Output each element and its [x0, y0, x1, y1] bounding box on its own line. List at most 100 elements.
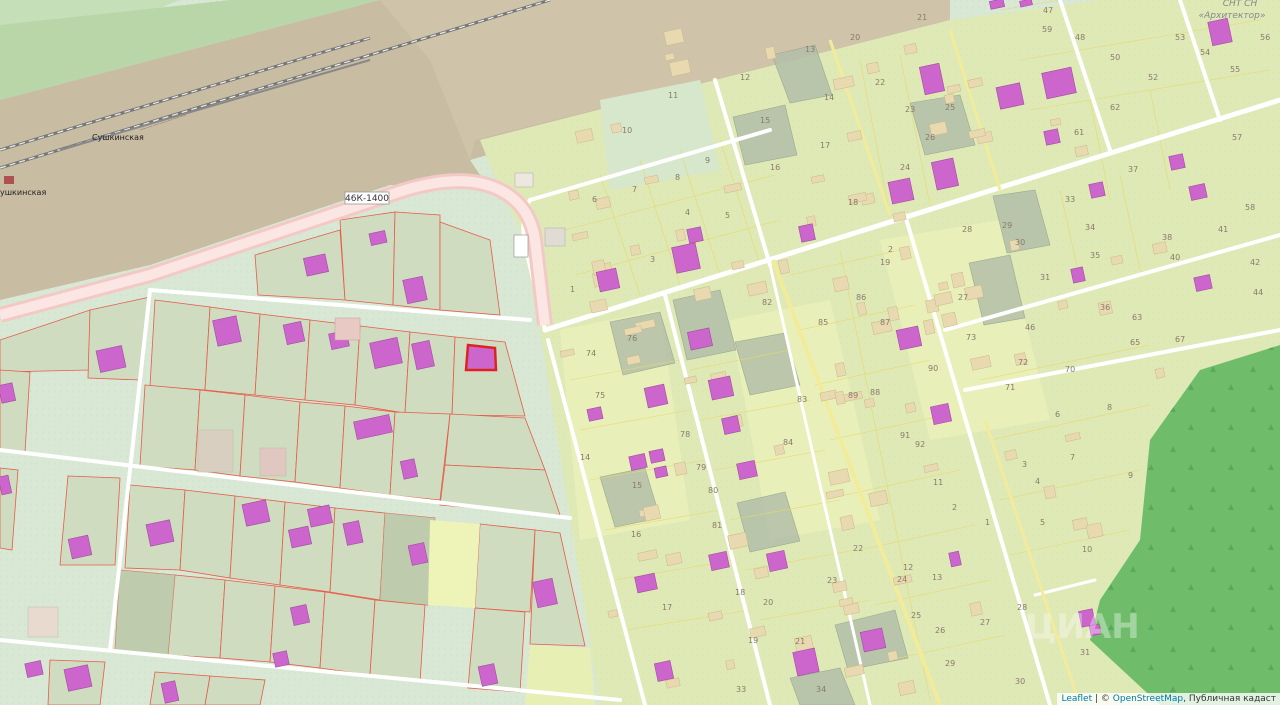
building: [1193, 274, 1213, 292]
building: [686, 226, 704, 244]
map-attribution: Leaflet | © OpenStreetMap, Публичная кад…: [1057, 693, 1280, 705]
building: [272, 650, 290, 668]
building: [707, 375, 735, 401]
plot-number: 8: [1107, 403, 1112, 412]
plot-number: 1: [570, 285, 575, 294]
building: [1043, 128, 1061, 146]
small-structure: [725, 659, 736, 671]
plot-number: 84: [783, 438, 793, 447]
plot-number: 21: [795, 637, 805, 646]
plot-number: 28: [962, 225, 972, 234]
building: [765, 549, 789, 573]
plot-number: 25: [945, 103, 955, 112]
plot-number: 1: [985, 518, 990, 527]
leaflet-link[interactable]: Leaflet: [1061, 694, 1092, 704]
building: [887, 177, 915, 205]
watermark: ЦИАН: [1025, 607, 1140, 647]
plot-number: 62: [1110, 103, 1120, 112]
plot-number: 65: [1130, 338, 1140, 347]
plot-number: 79: [696, 463, 706, 472]
osm-link[interactable]: OpenStreetMap: [1113, 694, 1183, 704]
plot-number: 16: [631, 530, 641, 539]
building: [63, 664, 93, 692]
plot-number: 3: [1022, 460, 1027, 469]
attribution-rest: , Публичная кадаст: [1183, 694, 1276, 704]
plot-number: 56: [1260, 33, 1270, 42]
small-structure: [887, 650, 899, 662]
plot-number: 78: [680, 430, 690, 439]
plot-number: 15: [760, 116, 770, 125]
plot-number: 33: [736, 685, 746, 694]
plot-number: 75: [595, 391, 605, 400]
station-label: Сушкинская: [92, 133, 144, 142]
plot-number: 73: [966, 333, 976, 342]
building: [653, 465, 669, 479]
plot-number: 23: [905, 105, 915, 114]
building: [929, 402, 953, 426]
plot-number: 18: [735, 588, 745, 597]
plot-number: 34: [816, 685, 826, 694]
plot-number: 16: [770, 163, 780, 172]
plot-number: 15: [632, 481, 642, 490]
plot-number: 36: [1100, 303, 1110, 312]
plot-number: 83: [797, 395, 807, 404]
plot-number: 17: [662, 603, 672, 612]
plot-number: 26: [925, 133, 935, 142]
station-label-cut: ушкинская: [0, 188, 46, 197]
map-canvas[interactable]: 46К-1400 Сушкинская ——————— ушкинская СН…: [0, 0, 1280, 705]
small-structure: [567, 189, 580, 201]
small-structure: [1043, 484, 1057, 500]
building: [67, 534, 93, 560]
building: [736, 459, 758, 481]
plot-number: 4: [685, 208, 690, 217]
plot-number: 14: [824, 93, 834, 102]
plot-number: 86: [856, 293, 866, 302]
small-structure: [832, 275, 850, 293]
small-structure: [1154, 367, 1166, 379]
plot-number: 13: [932, 573, 942, 582]
plot-number: 91: [900, 431, 910, 440]
plot-number: 19: [748, 636, 758, 645]
snt-title: СНТ СН: [1223, 0, 1258, 9]
building: [1188, 183, 1208, 201]
plot-number: 26: [935, 626, 945, 635]
building: [653, 660, 675, 682]
building: [369, 337, 403, 369]
plot-number: 70: [1065, 365, 1075, 374]
small-structure: [629, 244, 642, 256]
plot-number: 33: [1065, 195, 1075, 204]
small-structure: [941, 311, 958, 328]
building: [145, 519, 175, 547]
small-structure: [642, 504, 662, 522]
plot-number: 4: [1035, 477, 1040, 486]
plot-number: 57: [1232, 133, 1242, 142]
plot-number: 37: [1128, 165, 1138, 174]
plot-number: 5: [1040, 518, 1045, 527]
plot-number: 2: [952, 503, 957, 512]
plot-number: 11: [933, 478, 943, 487]
plot-number: 29: [945, 659, 955, 668]
plot-number: 58: [1245, 203, 1255, 212]
svg-text:46К-1400: 46К-1400: [345, 194, 389, 204]
selected-parcel[interactable]: [464, 343, 498, 372]
plot-number: 10: [622, 126, 632, 135]
building: [648, 448, 666, 464]
building: [643, 383, 669, 409]
building: [586, 406, 604, 422]
plot-number: 29: [1002, 221, 1012, 230]
small-structure: [839, 514, 855, 531]
plot-number: 7: [1070, 453, 1075, 462]
map-viewport[interactable]: 46К-1400 Сушкинская ——————— ушкинская СН…: [0, 0, 1280, 705]
building: [287, 525, 313, 549]
plot-number: 88: [870, 388, 880, 397]
plot-number: 31: [1040, 273, 1050, 282]
building: [24, 660, 44, 678]
building: [1168, 153, 1186, 171]
plot-number: 20: [850, 33, 860, 42]
shed-block: [197, 429, 234, 473]
plot-number: 42: [1250, 258, 1260, 267]
building: [671, 242, 701, 274]
plot-number: 25: [911, 611, 921, 620]
plot-number: 6: [1055, 410, 1060, 419]
building: [595, 267, 621, 293]
